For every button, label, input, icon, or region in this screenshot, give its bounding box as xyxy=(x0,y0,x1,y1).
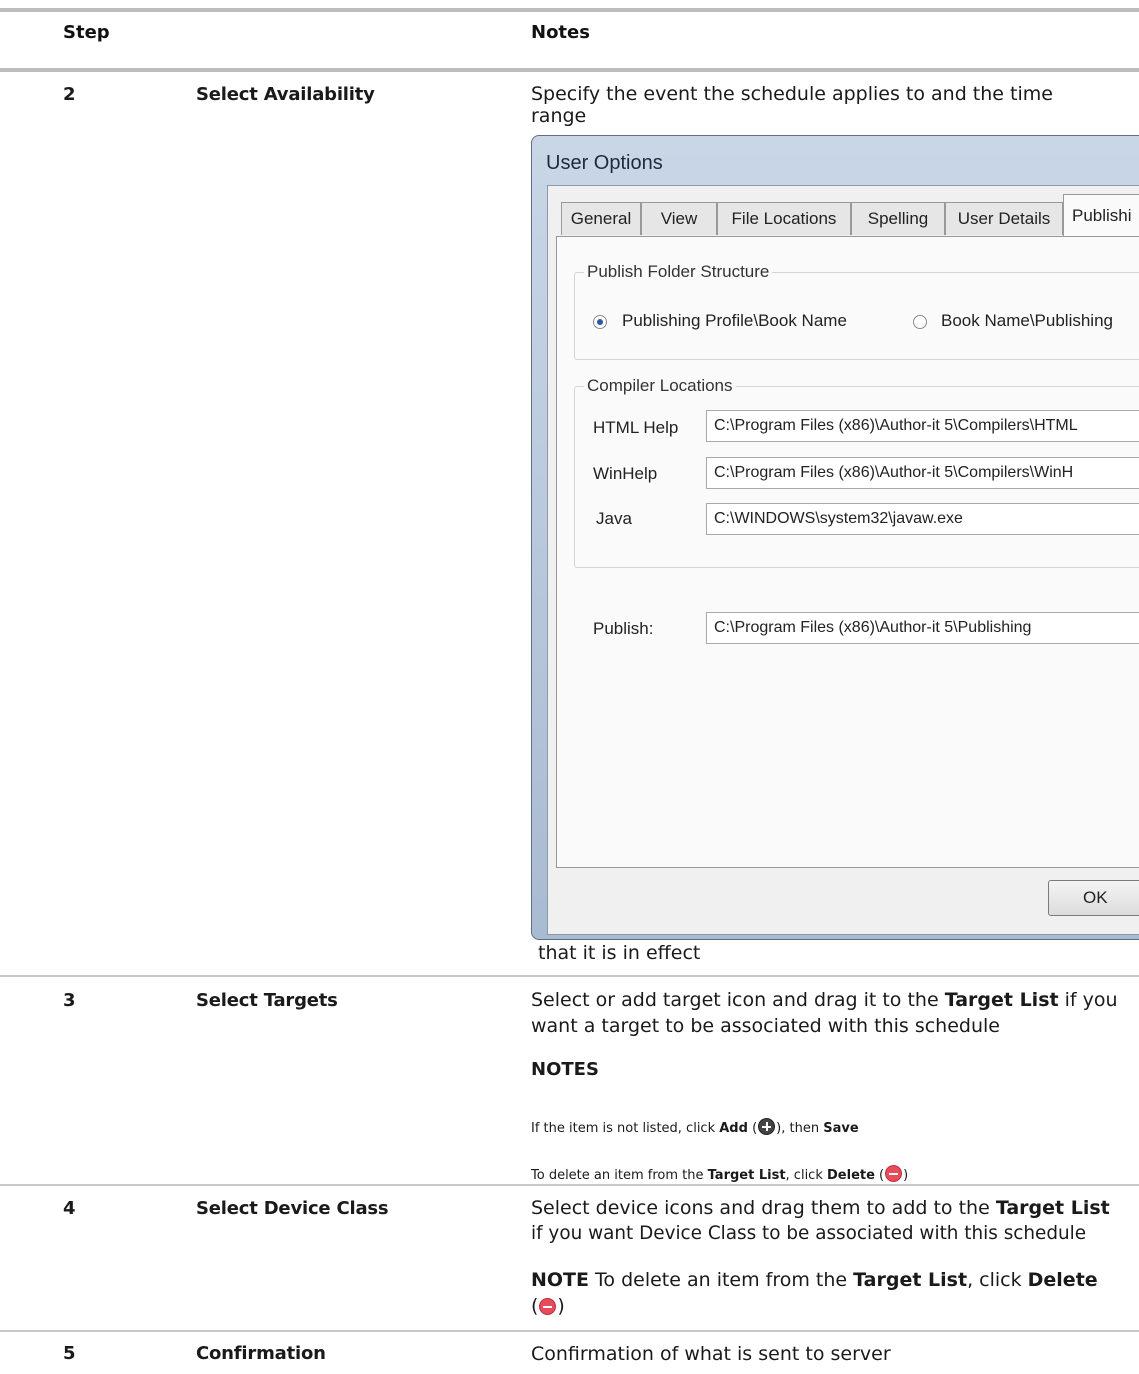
header-step: Step xyxy=(63,22,110,43)
winhelp-label: WinHelp xyxy=(593,464,658,483)
delete-link: Delete xyxy=(827,1168,875,1183)
step-note-2: NOTE To delete an item from the Target L… xyxy=(531,1269,1098,1317)
step-number: 5 xyxy=(63,1343,76,1364)
winhelp-field[interactable]: C:\Program Files (x86)\Author-it 5\Compi… xyxy=(706,457,1139,489)
step-number: 2 xyxy=(63,84,76,105)
tab-general[interactable]: General xyxy=(561,202,641,235)
step-note: Specify the event the schedule applies t… xyxy=(531,83,1053,127)
row-rule xyxy=(0,1330,1139,1332)
publish-folder-label: Publish Folder Structure xyxy=(584,262,773,282)
java-field[interactable]: C:\WINDOWS\system32\javaw.exe xyxy=(706,503,1139,535)
add-link: Add xyxy=(719,1121,748,1136)
save-link: Save xyxy=(823,1121,859,1136)
table-top-rule xyxy=(0,8,1139,12)
java-label: Java xyxy=(596,509,632,528)
radio-profile-book[interactable] xyxy=(593,315,607,329)
html-help-label: HTML Help xyxy=(593,418,679,437)
row-rule xyxy=(0,975,1139,977)
step-number: 4 xyxy=(63,1198,76,1219)
dialog-title: User Options xyxy=(546,152,663,174)
note-delete-item: To delete an item from the Target List, … xyxy=(531,1165,908,1183)
radio-profile-book-label: Publishing Profile\Book Name xyxy=(622,311,847,330)
delete-icon xyxy=(885,1165,903,1182)
publish-label: Publish: xyxy=(593,619,654,638)
publish-field[interactable]: C:\Program Files (x86)\Author-it 5\Publi… xyxy=(706,612,1139,644)
html-help-field[interactable]: C:\Program Files (x86)\Author-it 5\Compi… xyxy=(706,410,1139,442)
header-notes: Notes xyxy=(531,22,590,43)
compiler-locations-label: Compiler Locations xyxy=(584,376,736,396)
step-title: Confirmation xyxy=(196,1343,326,1364)
step-number: 3 xyxy=(63,990,76,1011)
tab-view[interactable]: View xyxy=(641,202,717,235)
row-rule xyxy=(0,1184,1139,1186)
radio-book-profile[interactable] xyxy=(913,315,927,329)
add-icon xyxy=(758,1118,776,1135)
step-title: Select Targets xyxy=(196,990,338,1011)
ok-button[interactable]: OK xyxy=(1048,880,1139,916)
step-title: Select Availability xyxy=(196,84,375,105)
note-add-item: If the item is not listed, click Add (),… xyxy=(531,1118,859,1136)
header-rule xyxy=(0,68,1139,72)
tab-publishing[interactable]: Publishi xyxy=(1063,194,1139,236)
delete-icon xyxy=(539,1298,557,1315)
step-note: Confirmation of what is sent to server xyxy=(531,1343,891,1365)
step-note: Select device icons and drag them to add… xyxy=(531,1197,1110,1244)
step-note-continued: that it is in effect xyxy=(538,942,701,964)
radio-book-profile-label: Book Name\Publishing xyxy=(941,311,1113,330)
tab-user-details[interactable]: User Details xyxy=(945,202,1063,235)
tab-spelling[interactable]: Spelling xyxy=(851,202,945,235)
step-note: Select or add target icon and drag it to… xyxy=(531,989,1118,1037)
step-title: Select Device Class xyxy=(196,1198,389,1219)
tab-file-locations[interactable]: File Locations xyxy=(717,202,851,235)
notes-heading: NOTES xyxy=(531,1059,599,1080)
